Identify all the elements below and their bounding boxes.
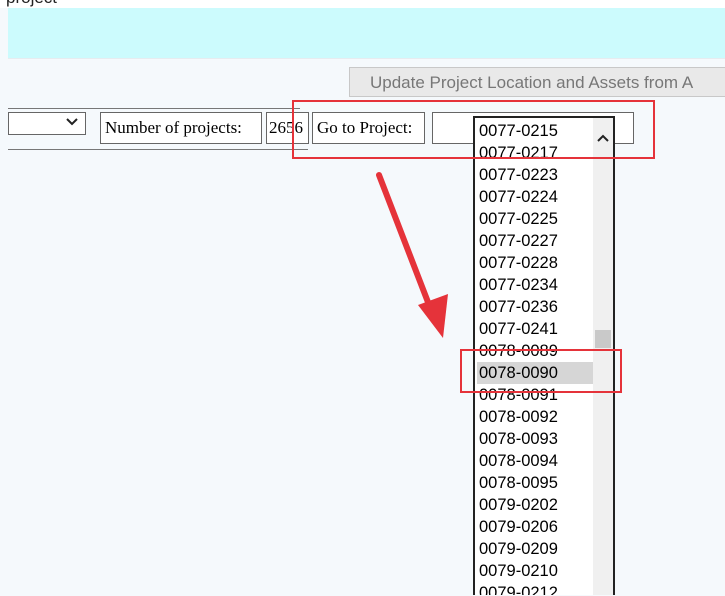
annotation-arrow-icon [376, 172, 448, 338]
